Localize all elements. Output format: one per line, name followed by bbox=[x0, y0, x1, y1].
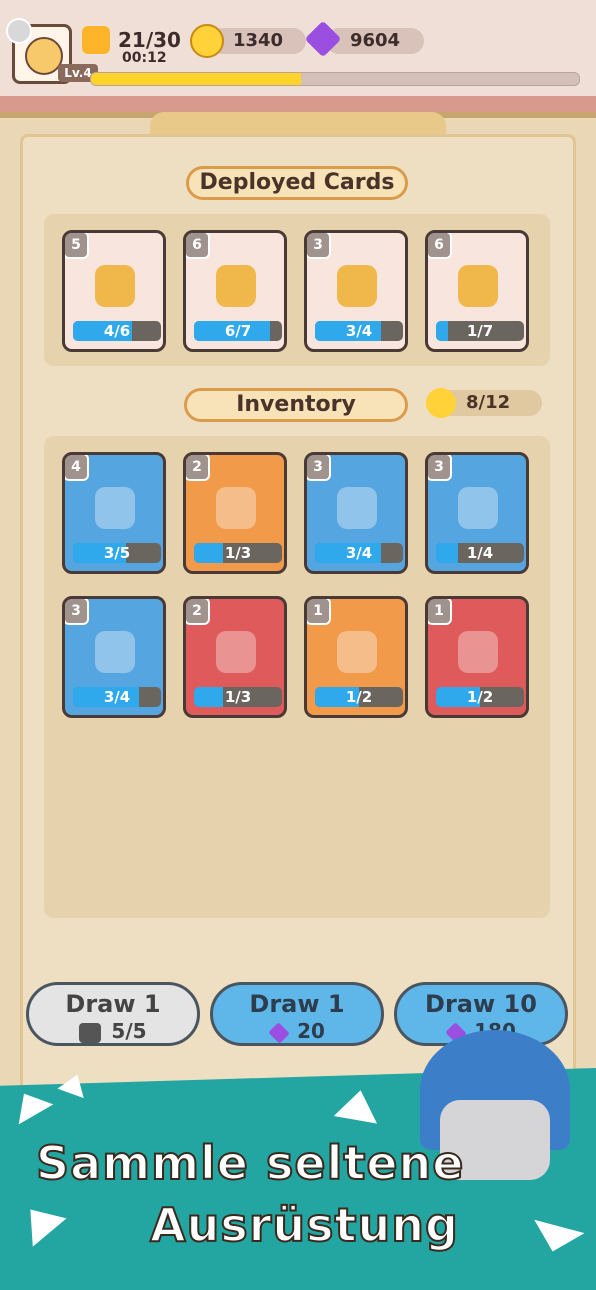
banner-line-1: Sammle seltene bbox=[35, 1135, 465, 1191]
gear-arrows-icon bbox=[216, 265, 256, 307]
card-progress-text: 3/5 bbox=[103, 544, 131, 562]
draw-1-ad-button[interactable]: Draw 1 5/5 bbox=[26, 982, 200, 1046]
draw-10-gem-label: Draw 10 bbox=[425, 990, 537, 1018]
draw-1-gem-label: Draw 1 bbox=[249, 990, 345, 1018]
inventory-count-pill: 8/12 bbox=[426, 388, 542, 418]
card-progress-text: 3/4 bbox=[103, 688, 131, 706]
card-progress-bar: 4/6 bbox=[73, 321, 161, 341]
xp-bar-fill bbox=[91, 73, 301, 85]
deployed-card[interactable]: 6 6/7 bbox=[183, 230, 287, 352]
card-progress-text: 3/4 bbox=[345, 322, 373, 340]
deployed-card[interactable]: 3 3/4 bbox=[304, 230, 408, 352]
lightning-bolt-icon bbox=[216, 631, 256, 673]
speed-x15-icon bbox=[458, 631, 498, 673]
card-progress-text: 1/2 bbox=[345, 688, 373, 706]
dash-hero-icon bbox=[337, 631, 377, 673]
inventory-card[interactable]: 3 1/4 bbox=[425, 452, 529, 574]
shield-plus-icon bbox=[95, 265, 135, 307]
mystery-unit-icon bbox=[337, 487, 377, 529]
card-progress-text: 1/7 bbox=[466, 322, 494, 340]
card-progress-text: 4/6 bbox=[103, 322, 131, 340]
inventory-card[interactable]: 4 3/5 bbox=[62, 452, 166, 574]
energy-value: 21/30 bbox=[118, 28, 181, 52]
inventory-card[interactable]: 3 3/4 bbox=[62, 596, 166, 718]
card-progress-text: 1/4 bbox=[466, 544, 494, 562]
inventory-card[interactable]: 1 1/2 bbox=[304, 596, 408, 718]
deployed-title: Deployed Cards bbox=[186, 166, 408, 200]
card-level-badge: 5 bbox=[65, 233, 89, 259]
card-level-badge: 1 bbox=[307, 599, 331, 625]
fire-creature-icon bbox=[216, 487, 256, 529]
draw-1-gem-button[interactable]: Draw 1 20 bbox=[210, 982, 384, 1046]
inventory-card[interactable]: 1 1/2 bbox=[425, 596, 529, 718]
card-level-badge: 3 bbox=[65, 599, 89, 625]
draw-1-ad-cost: 5/5 bbox=[111, 1019, 147, 1043]
heal-tower-icon bbox=[458, 487, 498, 529]
card-level-badge: 2 bbox=[186, 455, 210, 481]
card-progress-bar: 1/3 bbox=[194, 543, 282, 563]
card-progress-text: 1/3 bbox=[224, 544, 252, 562]
card-level-badge: 6 bbox=[186, 233, 210, 259]
video-ad-icon bbox=[79, 1022, 102, 1043]
settings-gear-icon[interactable] bbox=[6, 18, 32, 44]
card-progress-bar: 1/4 bbox=[436, 543, 524, 563]
energy-icon bbox=[82, 26, 110, 54]
level-up-crown-icon bbox=[458, 265, 498, 307]
card-progress-text: 3/4 bbox=[345, 544, 373, 562]
card-progress-text: 6/7 bbox=[224, 322, 252, 340]
card-progress-bar: 6/7 bbox=[194, 321, 282, 341]
chain-lightning-icon bbox=[95, 631, 135, 673]
card-level-badge: 6 bbox=[428, 233, 452, 259]
coin-icon bbox=[190, 24, 224, 58]
gem-counter[interactable]: 9604 bbox=[326, 28, 424, 54]
draw-1-gem-cost: 20 bbox=[297, 1019, 325, 1043]
card-progress-bar: 3/4 bbox=[73, 687, 161, 707]
draw-1-ad-label: Draw 1 bbox=[65, 990, 161, 1018]
energy-timer: 00:12 bbox=[122, 50, 167, 66]
card-level-badge: 3 bbox=[307, 233, 331, 259]
card-progress-bar: 3/5 bbox=[73, 543, 161, 563]
card-progress-bar: 1/2 bbox=[436, 687, 524, 707]
card-progress-bar: 1/2 bbox=[315, 687, 403, 707]
card-level-badge: 3 bbox=[307, 455, 331, 481]
card-level-badge: 3 bbox=[428, 455, 452, 481]
inventory-card[interactable]: 2 1/3 bbox=[183, 452, 287, 574]
deployed-card[interactable]: 5 4/6 bbox=[62, 230, 166, 352]
inventory-card[interactable]: 3 3/4 bbox=[304, 452, 408, 574]
card-level-badge: 1 bbox=[428, 599, 452, 625]
inventory-card[interactable]: 2 1/3 bbox=[183, 596, 287, 718]
card-progress-text: 1/3 bbox=[224, 688, 252, 706]
hammer-tower-icon bbox=[337, 265, 377, 307]
gem-icon bbox=[268, 1021, 290, 1044]
card-progress-bar: 3/4 bbox=[315, 543, 403, 563]
deployed-card[interactable]: 6 1/7 bbox=[425, 230, 529, 352]
inventory-title: Inventory bbox=[184, 388, 408, 422]
coin-bag-icon bbox=[95, 487, 135, 529]
coin-counter[interactable]: 1340 bbox=[210, 28, 306, 54]
card-progress-bar: 1/7 bbox=[436, 321, 524, 341]
inventory-coin-icon bbox=[426, 388, 456, 418]
card-progress-text: 1/2 bbox=[466, 688, 494, 706]
card-progress-bar: 3/4 bbox=[315, 321, 403, 341]
card-level-badge: 4 bbox=[65, 455, 89, 481]
card-progress-bar: 1/3 bbox=[194, 687, 282, 707]
inventory-count: 8/12 bbox=[466, 392, 511, 413]
card-level-badge: 2 bbox=[186, 599, 210, 625]
banner-line-2: Ausrüstung bbox=[149, 1197, 459, 1253]
xp-bar bbox=[90, 72, 580, 86]
